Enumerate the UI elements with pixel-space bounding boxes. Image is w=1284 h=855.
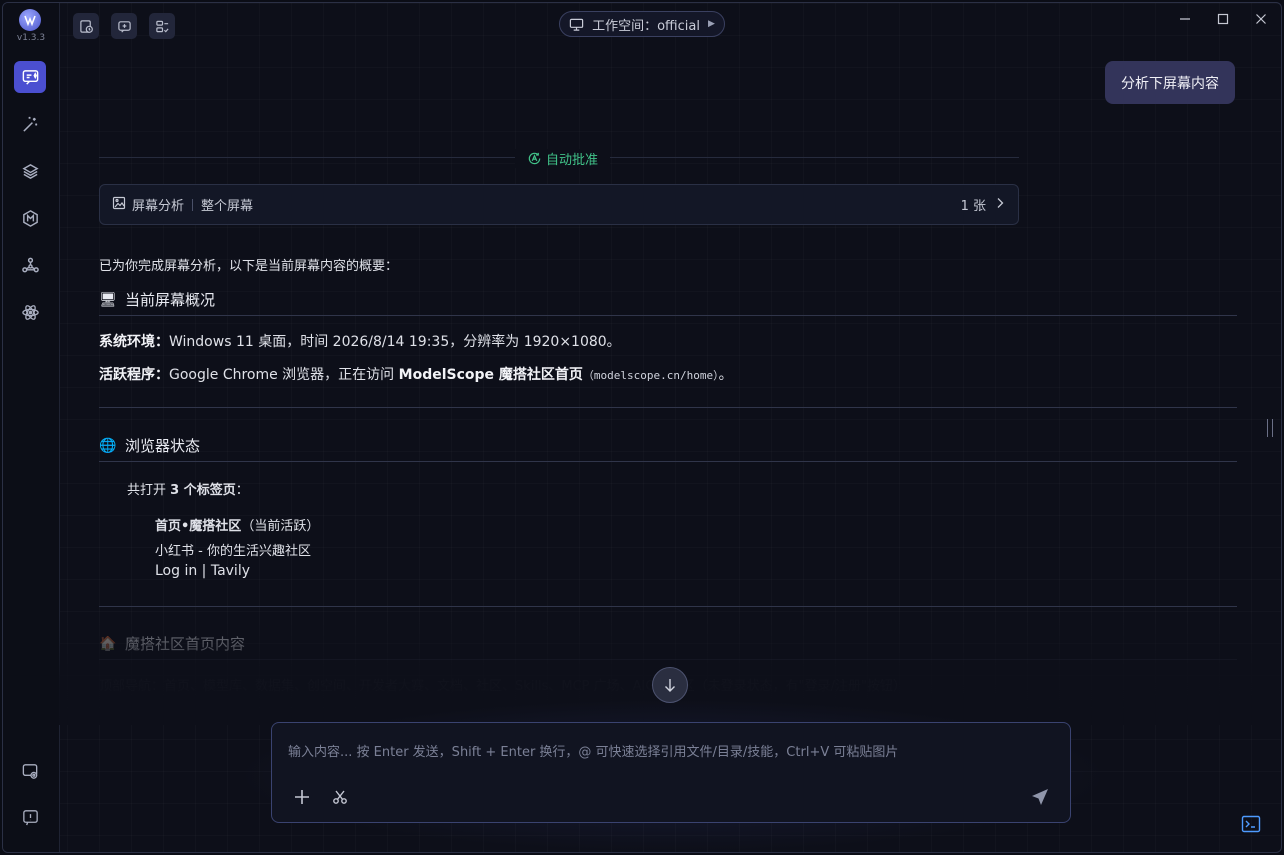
- plus-icon: [295, 790, 309, 804]
- app-window: v1.3.3 工作空间：official ▶ 分析下屏幕内容 自动批准 屏幕分析…: [2, 2, 1282, 853]
- section-rule: [99, 659, 1237, 660]
- message-intro: 已为你完成屏幕分析，以下是当前屏幕内容的概要：: [99, 259, 399, 274]
- homepage-nav-line: 顶部导航：首页、模型库、数据集、创空间、开发者大赛、文档、社区、Skills、M…: [99, 679, 907, 694]
- chat-input-box[interactable]: 输入内容... 按 Enter 发送，Shift + Enter 换行，@ 可快…: [271, 722, 1071, 823]
- checklist-icon: [155, 20, 169, 33]
- tool-target: 整个屏幕: [201, 199, 254, 214]
- tab-item: Log in | Tavily: [155, 563, 250, 579]
- section-rule: [99, 461, 1237, 462]
- info-icon: [22, 809, 38, 825]
- workspace-label: 工作空间：official: [592, 18, 700, 34]
- chevron-right-icon: [994, 197, 1006, 213]
- scissors-icon: [333, 790, 347, 804]
- tabs-summary: 共打开 3 个标签页：: [127, 483, 249, 498]
- section-separator: [99, 606, 1237, 607]
- terminal-button[interactable]: [1241, 815, 1261, 833]
- app-logo: [19, 9, 41, 31]
- active-app-line: 活跃程序：Google Chrome 浏览器，正在访问 ModelScope 魔…: [99, 367, 733, 383]
- magic-wand-nav-button[interactable]: [14, 108, 46, 140]
- new-chat-icon: [117, 20, 131, 33]
- user-message-bubble: 分析下屏幕内容: [1105, 61, 1235, 104]
- add-attachment-button[interactable]: [290, 785, 314, 809]
- maximize-icon: [1217, 13, 1229, 25]
- monitor-icon: [569, 18, 584, 31]
- atom-icon: [21, 304, 39, 320]
- screen-analysis-tool-card[interactable]: 屏幕分析 整个屏幕 1 张: [99, 184, 1019, 225]
- send-button[interactable]: [1028, 785, 1052, 809]
- section-title: 浏览器状态: [125, 437, 201, 455]
- network-nav-button[interactable]: [14, 249, 46, 281]
- minimize-button[interactable]: [1173, 9, 1197, 29]
- section-title: 当前屏幕概况: [125, 291, 216, 309]
- info-nav-button[interactable]: [14, 801, 46, 833]
- section-rule: [99, 315, 1237, 316]
- left-sidebar: v1.3.3: [3, 3, 60, 852]
- layers-icon: [21, 163, 39, 179]
- settings-screen-icon: [22, 763, 37, 779]
- monitor-emoji-icon: 🖥: [99, 291, 117, 308]
- caret-right-icon: ▶: [707, 19, 715, 29]
- globe-emoji-icon: 🌐: [99, 437, 117, 454]
- section-heading-browser: 🌐 浏览器状态: [99, 435, 200, 456]
- mcp-nav-button[interactable]: [14, 202, 46, 234]
- auto-approve-tag: 自动批准: [515, 149, 611, 168]
- section-separator: [99, 407, 1237, 408]
- task-list-button[interactable]: [149, 13, 175, 39]
- layers-nav-button[interactable]: [14, 155, 46, 187]
- image-icon: [112, 196, 126, 214]
- tool-separator: [192, 198, 194, 211]
- terminal-icon: [1241, 815, 1261, 833]
- network-icon: [21, 257, 39, 272]
- auto-approve-label: 自动批准: [546, 153, 599, 168]
- chat-sparkle-icon: [22, 69, 38, 85]
- close-icon: [1256, 14, 1266, 24]
- tab-item: 小红书 - 你的生活兴趣社区: [155, 544, 311, 559]
- section-heading-overview: 🖥 当前屏幕概况: [99, 289, 215, 310]
- atom-nav-button[interactable]: [14, 296, 46, 328]
- house-emoji-icon: 🏠: [99, 635, 117, 652]
- app-version: v1.3.3: [16, 33, 46, 43]
- magic-wand-icon: [22, 116, 37, 132]
- history-button[interactable]: [73, 13, 99, 39]
- auto-approve-icon: [528, 152, 541, 165]
- new-chat-button[interactable]: [111, 13, 137, 39]
- send-icon: [1032, 789, 1048, 805]
- arrow-down-icon: [665, 679, 675, 692]
- chat-input[interactable]: 输入内容... 按 Enter 发送，Shift + Enter 换行，@ 可快…: [288, 741, 898, 760]
- m-badge-icon: [22, 209, 38, 227]
- tab-item: 首页•魔搭社区（当前活跃）: [155, 519, 320, 534]
- workspace-selector[interactable]: 工作空间：official ▶: [559, 11, 725, 37]
- maximize-button[interactable]: [1211, 9, 1235, 29]
- settings-nav-button[interactable]: [14, 755, 46, 787]
- screenshot-button[interactable]: [328, 785, 352, 809]
- tool-name: 屏幕分析: [132, 199, 185, 214]
- tool-count: 1 张: [960, 199, 986, 214]
- minimize-icon: [1180, 18, 1190, 20]
- panel-resize-handle[interactable]: [1267, 419, 1273, 437]
- chat-nav-button[interactable]: [14, 61, 46, 93]
- section-heading-homepage: 🏠 魔搭社区首页内容: [99, 633, 245, 654]
- close-button[interactable]: [1249, 9, 1273, 29]
- history-icon: [79, 19, 93, 33]
- section-title: 魔搭社区首页内容: [125, 635, 246, 653]
- system-env-line: 系统环境：Windows 11 桌面，时间 2026/8/14 19:35，分辨…: [99, 334, 621, 350]
